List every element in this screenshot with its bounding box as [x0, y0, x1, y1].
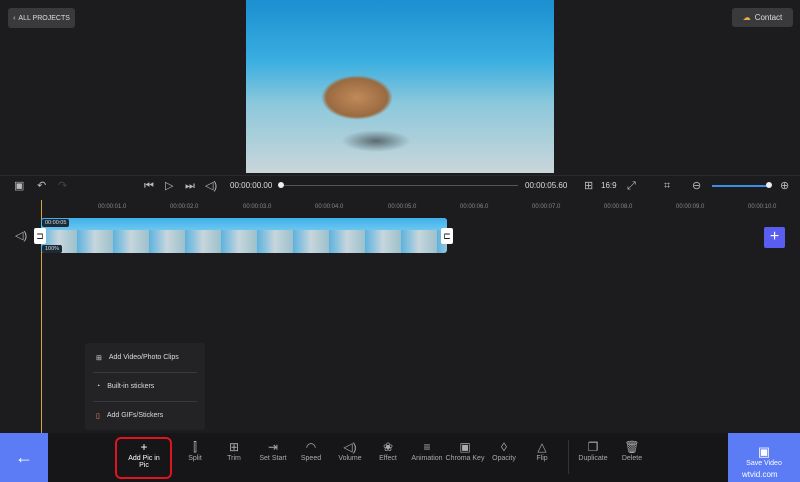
zoom-slider-handle[interactable]: [766, 182, 772, 188]
turtle-image: [321, 75, 393, 120]
trim-icon: ⊞: [228, 440, 240, 454]
trash-icon: 🗑: [624, 440, 640, 454]
tool-label: Speed: [300, 455, 322, 462]
tool-label: Duplicate: [578, 455, 608, 462]
tool-label: Trim: [227, 455, 241, 462]
timeline-ruler[interactable]: 00:00:01.0 00:00:02.0 00:00:03.0 00:00:0…: [0, 198, 800, 216]
play-icon[interactable]: ▷: [165, 180, 173, 192]
track-volume-icon[interactable]: ◁): [15, 230, 27, 242]
player-toolbar: [0, 175, 800, 197]
ruler-tick: 00:00:10.0: [748, 204, 777, 210]
back-button[interactable]: ←: [0, 433, 48, 482]
video-preview: [246, 0, 554, 173]
menu-item-add-clips[interactable]: ⊞ Add Video/Photo Clips: [85, 343, 205, 372]
tool-label: Opacity: [492, 455, 516, 462]
ruler-tick: 00:00:03.0: [243, 204, 272, 210]
contact-button[interactable]: ☁ Contact: [732, 8, 793, 27]
ruler-tick: 00:00:09.0: [676, 204, 705, 210]
clip-trim-left-handle[interactable]: ⊐: [34, 228, 46, 244]
add-menu: ⊞ Add Video/Photo Clips ◔ Built-in sticker…: [85, 343, 205, 430]
zoom-out-icon[interactable]: ⊖: [692, 180, 701, 192]
fit-icon[interactable]: ⌗: [664, 180, 670, 192]
clip-duration: 00:00:05: [42, 219, 70, 227]
undo-icon[interactable]: ↶: [37, 180, 46, 192]
ruler-tick: 00:00:07.0: [532, 204, 561, 210]
tool-label: Effect: [379, 455, 397, 462]
tool-volume[interactable]: ◁) Volume: [330, 440, 370, 462]
duplicate-icon: ❐: [587, 440, 599, 454]
tool-label: Volume: [338, 455, 362, 462]
avatar-icon: ☁: [742, 13, 751, 22]
speaker-icon[interactable]: ◁): [205, 180, 217, 192]
skip-forward-icon[interactable]: ⏭: [185, 180, 195, 192]
tool-set-start[interactable]: ⇥ Set Start: [253, 440, 293, 462]
tool-label: Delete: [621, 455, 643, 462]
ruler-tick: 00:00:06.0: [460, 204, 489, 210]
chroma-key-icon: ▣: [459, 440, 471, 454]
aspect-ratio[interactable]: 16:9: [601, 181, 617, 190]
ruler-tick: 00:00:05.0: [388, 204, 417, 210]
add-track-button[interactable]: +: [764, 227, 785, 248]
flip-icon: △: [537, 440, 547, 454]
tool-trim[interactable]: ⊞ Trim: [214, 440, 254, 462]
tool-label: Animation: [411, 455, 443, 462]
tool-split[interactable]: ⫿ Split: [175, 440, 215, 462]
tool-label: Split: [188, 455, 202, 462]
animation-icon: ≡: [423, 440, 431, 454]
gif-icon: ▯: [96, 412, 100, 420]
ruler-tick: 00:00:08.0: [604, 204, 633, 210]
total-time: 00:00:05.60: [525, 181, 568, 190]
zoom-in-icon[interactable]: ⊕: [780, 180, 789, 192]
tool-label: Chroma Key: [445, 455, 485, 462]
clip-trim-right-handle[interactable]: ⊏: [441, 228, 453, 244]
seek-handle[interactable]: [278, 182, 284, 188]
tool-effect[interactable]: ❀ Effect: [368, 440, 408, 462]
current-time: 00:00:00.00: [230, 181, 273, 190]
add-file-icon: ⊞: [96, 354, 102, 362]
divider: [568, 440, 569, 474]
tool-flip[interactable]: △ Flip: [522, 440, 562, 462]
tool-label: Set Start: [259, 455, 287, 462]
save-icon[interactable]: ▣: [14, 180, 24, 192]
all-projects-button[interactable]: ‹ ALL PROJECTS: [8, 8, 75, 28]
effect-icon: ❀: [382, 440, 394, 454]
sticker-icon: ◔: [96, 383, 101, 390]
opacity-icon: ◊: [501, 440, 507, 454]
clip-volume: 100%: [42, 245, 63, 253]
ruler-tick: 00:00:04.0: [315, 204, 344, 210]
tool-duplicate[interactable]: ❐ Duplicate: [573, 440, 613, 462]
ruler-tick: 00:00:01.0: [98, 204, 127, 210]
volume-icon: ◁): [343, 440, 357, 454]
fullscreen-icon[interactable]: ⤢: [627, 180, 636, 192]
pip-highlight: [115, 437, 172, 479]
tool-chroma-key[interactable]: ▣ Chroma Key: [445, 440, 485, 462]
seek-bar[interactable]: [282, 185, 518, 186]
chevron-left-icon: ‹: [13, 14, 16, 22]
split-icon: ⫿: [193, 440, 197, 454]
aspect-ratio-icon[interactable]: ⊞: [584, 180, 593, 192]
zoom-slider[interactable]: [712, 185, 768, 187]
watermark: wtvid.com: [742, 470, 778, 479]
video-clip[interactable]: [41, 218, 447, 253]
speed-icon: ◠: [305, 440, 317, 454]
tool-speed[interactable]: ◠ Speed: [291, 440, 331, 462]
turtle-shadow: [341, 130, 411, 152]
tool-animation[interactable]: ≡ Animation: [407, 440, 447, 462]
redo-icon[interactable]: ↷: [58, 180, 67, 192]
tool-delete[interactable]: 🗑 Delete: [612, 440, 652, 462]
set-start-icon: ⇥: [267, 440, 279, 454]
menu-item-built-in-stickers[interactable]: ◔ Built-in stickers: [85, 372, 205, 401]
arrow-left-icon: ←: [15, 447, 33, 467]
menu-item-add-gifs[interactable]: ▯ Add GIFs/Stickers: [85, 401, 205, 430]
tool-opacity[interactable]: ◊ Opacity: [484, 440, 524, 462]
skip-back-icon[interactable]: ⏮: [144, 180, 154, 192]
ruler-tick: 00:00:02.0: [170, 204, 199, 210]
save-icon: ▣: [757, 444, 771, 459]
tool-label: Flip: [536, 455, 548, 462]
